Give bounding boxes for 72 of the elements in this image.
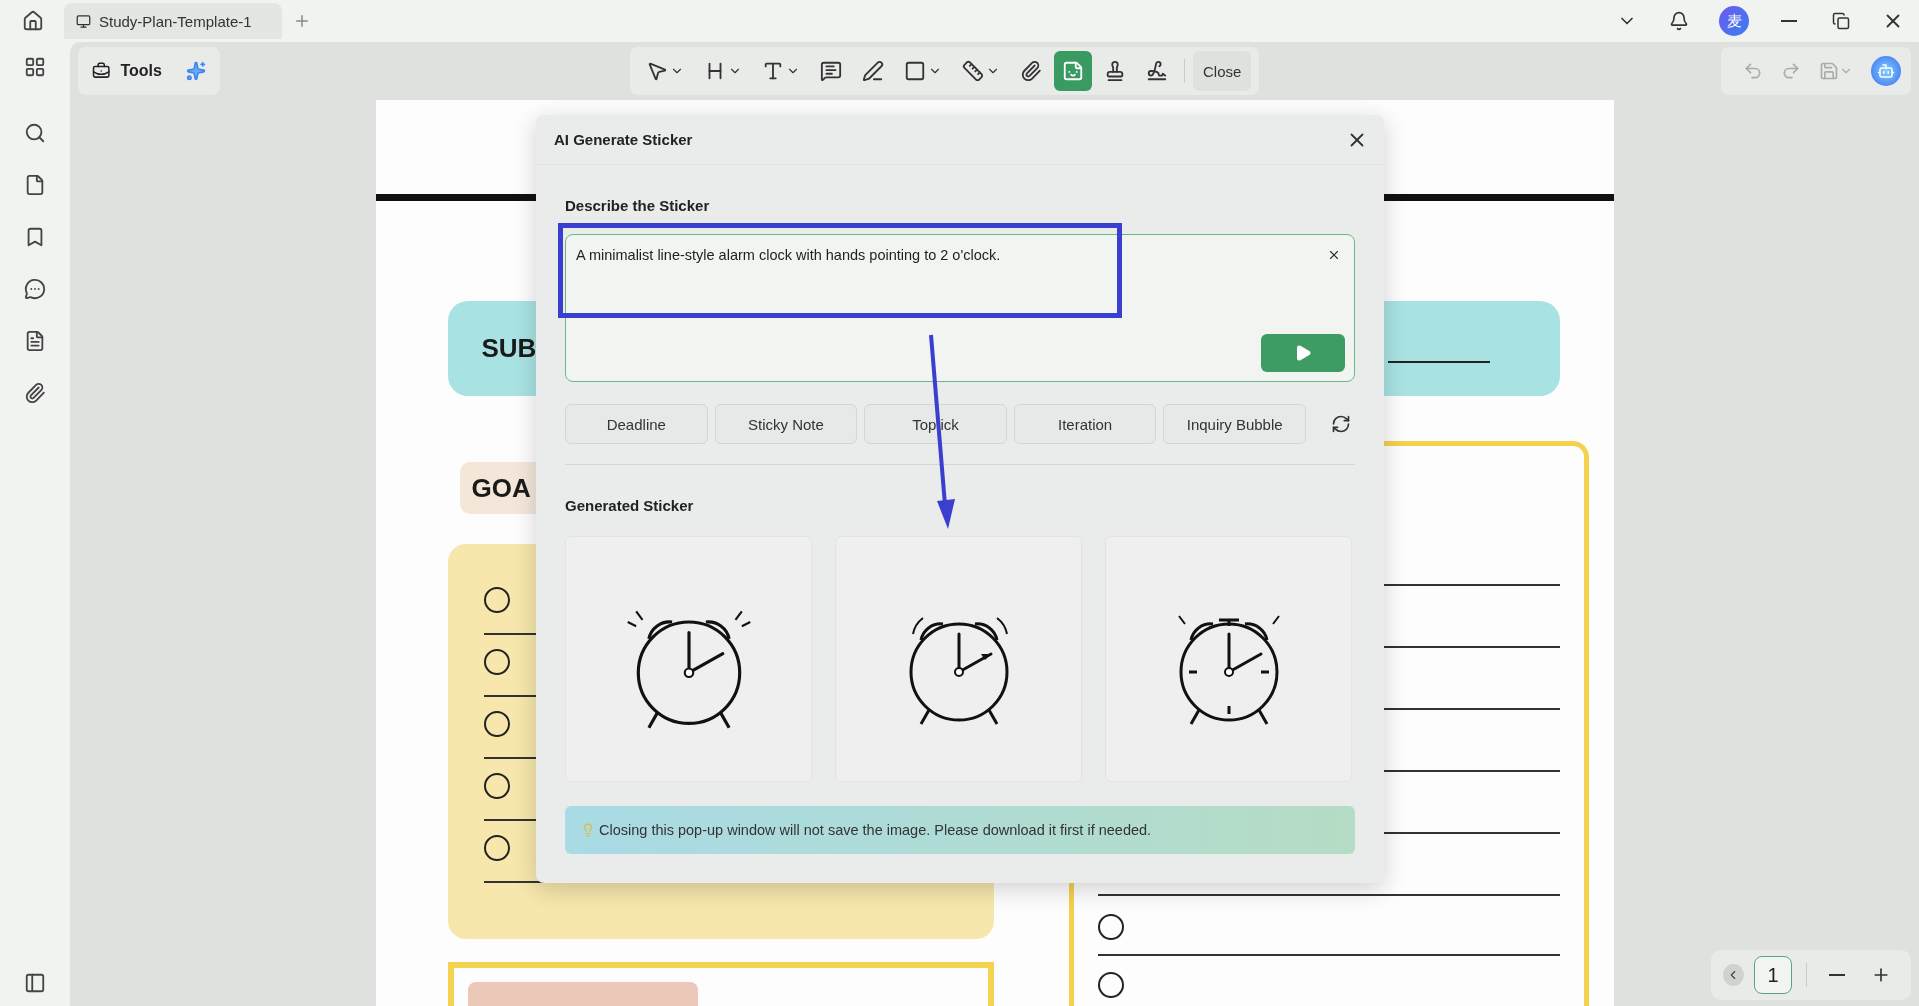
user-avatar[interactable]: 麦	[1719, 6, 1749, 36]
grid-icon	[24, 56, 46, 78]
bell-icon	[1669, 11, 1689, 31]
attachments-button[interactable]	[24, 382, 46, 404]
prompt-label: Describe the Sticker	[565, 197, 711, 214]
lightbulb-icon	[581, 823, 595, 837]
sticker-card[interactable]	[1105, 536, 1352, 782]
minus-icon	[1829, 974, 1845, 976]
undo-icon	[1743, 61, 1763, 81]
robot-icon	[1877, 62, 1895, 80]
pen-icon	[862, 60, 884, 82]
ruler-icon	[962, 60, 984, 82]
text-icon	[762, 60, 784, 82]
sticker-card[interactable]	[835, 536, 1082, 782]
suggestion-chip[interactable]: Inquiry Bubble	[1163, 404, 1306, 444]
goal-checkbox[interactable]	[483, 773, 510, 799]
prompt-field[interactable]: A minimalist line-style alarm clock with hands pointing to 2 o'clock.	[565, 234, 1355, 382]
subject-label: SUB	[481, 333, 537, 364]
comment-icon	[820, 60, 842, 82]
send-button[interactable]	[1261, 334, 1345, 372]
goal-checkbox[interactable]	[483, 587, 510, 613]
suggestion-chip[interactable]: Top ick	[864, 404, 1007, 444]
sticker-card[interactable]	[565, 536, 812, 782]
suggestion-chip[interactable]: Sticky Note	[714, 404, 858, 444]
results-label: Generated Sticker	[565, 497, 695, 514]
minimize-icon	[1781, 20, 1797, 22]
paperclip-icon	[1020, 60, 1042, 82]
close-tools-button[interactable]: Close	[1193, 51, 1252, 91]
signature-icon	[1146, 60, 1168, 82]
tools-button[interactable]: Tools	[78, 47, 220, 95]
pages-button[interactable]	[24, 174, 46, 196]
pointer-icon	[646, 60, 668, 82]
comments-button[interactable]	[24, 278, 46, 300]
rectangle-icon	[904, 60, 926, 82]
page-number-field[interactable]: 1	[1753, 956, 1793, 994]
suggestion-chip[interactable]: Iteration	[1013, 404, 1157, 444]
previous-page-button[interactable]	[1723, 964, 1744, 986]
forms-button[interactable]	[24, 330, 46, 352]
search-button[interactable]	[24, 122, 46, 144]
task-checkbox[interactable]	[1097, 972, 1124, 998]
page-icon	[24, 174, 46, 196]
goals-label: GOA	[471, 472, 531, 504]
redo-icon	[1781, 61, 1801, 81]
send-icon	[1294, 344, 1312, 362]
refresh-icon	[1330, 414, 1351, 434]
home-button[interactable]	[22, 10, 44, 32]
close-icon	[1327, 248, 1341, 262]
tab-title: Study-Plan-Template-1	[99, 12, 252, 30]
document-tab[interactable]: Study-Plan-Template-1	[64, 3, 282, 39]
goal-checkbox[interactable]	[483, 649, 510, 675]
document-icon	[24, 330, 46, 352]
suggestion-chip[interactable]: Deadline	[565, 404, 708, 444]
dialog-title: AI Generate Sticker	[554, 131, 693, 148]
panel-icon	[24, 972, 46, 994]
ai-assistant-button[interactable]	[1871, 56, 1901, 86]
paperclip-icon	[24, 382, 46, 404]
monitor-icon	[76, 13, 91, 29]
apps-button[interactable]	[24, 56, 46, 78]
home-icon	[22, 10, 44, 32]
notice-text: Closing this pop-up window will not save the image. Please download it first if needed.	[599, 822, 1152, 838]
goal-checkbox[interactable]	[483, 835, 510, 861]
save-icon	[1819, 61, 1839, 81]
goal-checkbox[interactable]	[483, 711, 510, 737]
search-icon	[24, 122, 46, 144]
sticker-icon	[1062, 60, 1084, 82]
sparkle-icon	[185, 59, 206, 83]
task-checkbox[interactable]	[1097, 914, 1124, 940]
panel-toggle-button[interactable]	[24, 972, 46, 994]
comment-icon	[24, 278, 46, 300]
restore-icon	[1832, 12, 1850, 30]
stamp-icon	[1104, 60, 1126, 82]
plus-icon	[293, 12, 311, 30]
